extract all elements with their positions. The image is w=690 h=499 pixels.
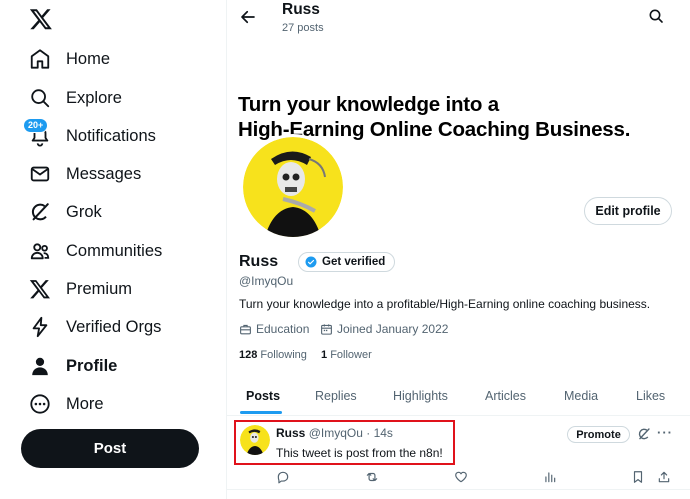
banner-line-1: Turn your knowledge into a	[238, 93, 499, 116]
sidebar-item-profile[interactable]: Profile	[29, 350, 117, 382]
sidebar-item-label: Communities	[66, 241, 163, 260]
tab-likes[interactable]: Likes	[636, 376, 665, 416]
divider	[227, 489, 690, 490]
sidebar-item-messages[interactable]: Messages	[29, 158, 141, 190]
profile-bio: Turn your knowledge into a profitable/Hi…	[239, 297, 651, 311]
reply-icon[interactable]	[276, 470, 290, 484]
tweet-author-name[interactable]: Russ	[276, 426, 305, 440]
sidebar-item-label: Messages	[66, 164, 142, 183]
sidebar-item-communities[interactable]: Communities	[29, 235, 162, 267]
post-button[interactable]: Post	[21, 429, 199, 468]
tab-replies[interactable]: Replies	[315, 376, 357, 416]
sidebar-item-label: Grok	[66, 202, 102, 221]
like-icon[interactable]	[454, 470, 468, 484]
header-name: Russ	[282, 1, 320, 18]
home-icon	[29, 48, 51, 70]
tab-media[interactable]: Media	[564, 376, 598, 416]
edit-profile-button[interactable]: Edit profile	[584, 197, 672, 225]
sidebar-item-grok[interactable]: Grok	[29, 196, 102, 228]
sidebar-item-label: Verified Orgs	[66, 317, 162, 336]
tweet-avatar[interactable]	[240, 425, 270, 455]
sidebar-item-label: Notifications	[66, 126, 156, 145]
search-icon	[29, 87, 51, 109]
people-icon	[29, 240, 51, 262]
sidebar-item-label: More	[66, 394, 104, 413]
following-count: 128	[239, 349, 258, 361]
followers-label: Follower	[330, 349, 372, 361]
notification-badge: 20+	[23, 118, 49, 133]
lightning-icon	[29, 316, 51, 338]
header-post-count: 27 posts	[282, 22, 324, 34]
tab-posts[interactable]: Posts	[246, 376, 280, 416]
category-label: Education	[256, 322, 310, 336]
back-arrow-icon[interactable]	[239, 8, 257, 26]
calendar-icon	[321, 323, 332, 335]
sidebar-item-notifications[interactable]: 20+ Notifications	[23, 118, 156, 152]
x-logo-icon	[29, 278, 51, 300]
following-link[interactable]: 128 Following	[239, 349, 307, 361]
active-tab-indicator	[240, 411, 282, 414]
joined-label: Joined January 2022	[337, 322, 449, 336]
grok-icon[interactable]	[637, 427, 651, 441]
x-logo-icon[interactable]	[29, 7, 53, 31]
briefcase-icon	[240, 324, 251, 334]
sidebar-item-label: Home	[66, 49, 111, 68]
tweet-author-handle[interactable]: @ImyqOu	[309, 426, 363, 440]
sidebar-item-explore[interactable]: Explore	[29, 82, 122, 114]
share-icon[interactable]	[657, 470, 671, 484]
tweet-time: · 14s	[366, 426, 393, 440]
verified-badge-icon	[305, 256, 317, 268]
avatar[interactable]	[240, 134, 346, 240]
more-options-icon[interactable]: ···	[657, 425, 673, 440]
sidebar-item-label: Premium	[66, 279, 133, 298]
profile-handle: @ImyqOu	[239, 274, 294, 288]
tweet-text: This tweet is post from the n8n!	[276, 446, 443, 460]
followers-count: 1	[321, 349, 328, 361]
envelope-icon	[29, 163, 51, 185]
tweet-header: Russ @ImyqOu · 14s	[276, 426, 393, 440]
views-icon[interactable]	[543, 470, 557, 484]
get-verified-button[interactable]: Get verified	[298, 252, 396, 272]
search-icon[interactable]	[648, 8, 664, 24]
sidebar-item-label: Explore	[66, 88, 122, 107]
grok-icon	[29, 201, 51, 223]
person-icon	[29, 355, 51, 377]
get-verified-label: Get verified	[322, 256, 386, 268]
tab-highlights[interactable]: Highlights	[393, 376, 448, 416]
profile-category: Education	[239, 322, 309, 336]
profile-main: Russ 27 posts Turn your knowledge into a…	[226, 0, 690, 499]
repost-icon[interactable]	[365, 470, 379, 484]
promote-button[interactable]: Promote	[567, 426, 630, 443]
more-circle-icon	[29, 393, 51, 415]
bell-icon: 20+	[23, 118, 51, 147]
sidebar-item-more[interactable]: More	[29, 388, 104, 420]
bookmark-icon[interactable]	[631, 470, 645, 484]
profile-tabs: Posts Replies Highlights Articles Media …	[227, 376, 690, 416]
sidebar: Home Explore 20+ Notifications Messages …	[0, 0, 226, 499]
followers-link[interactable]: 1 Follower	[321, 349, 372, 361]
sidebar-item-label: Profile	[66, 356, 118, 375]
following-label: Following	[260, 349, 307, 361]
sidebar-item-premium[interactable]: Premium	[29, 273, 132, 305]
profile-name: Russ	[239, 253, 279, 270]
tab-articles[interactable]: Articles	[485, 376, 526, 416]
profile-joined: Joined January 2022	[320, 322, 448, 336]
sidebar-item-verified-orgs[interactable]: Verified Orgs	[29, 311, 161, 343]
sidebar-item-home[interactable]: Home	[29, 43, 110, 75]
